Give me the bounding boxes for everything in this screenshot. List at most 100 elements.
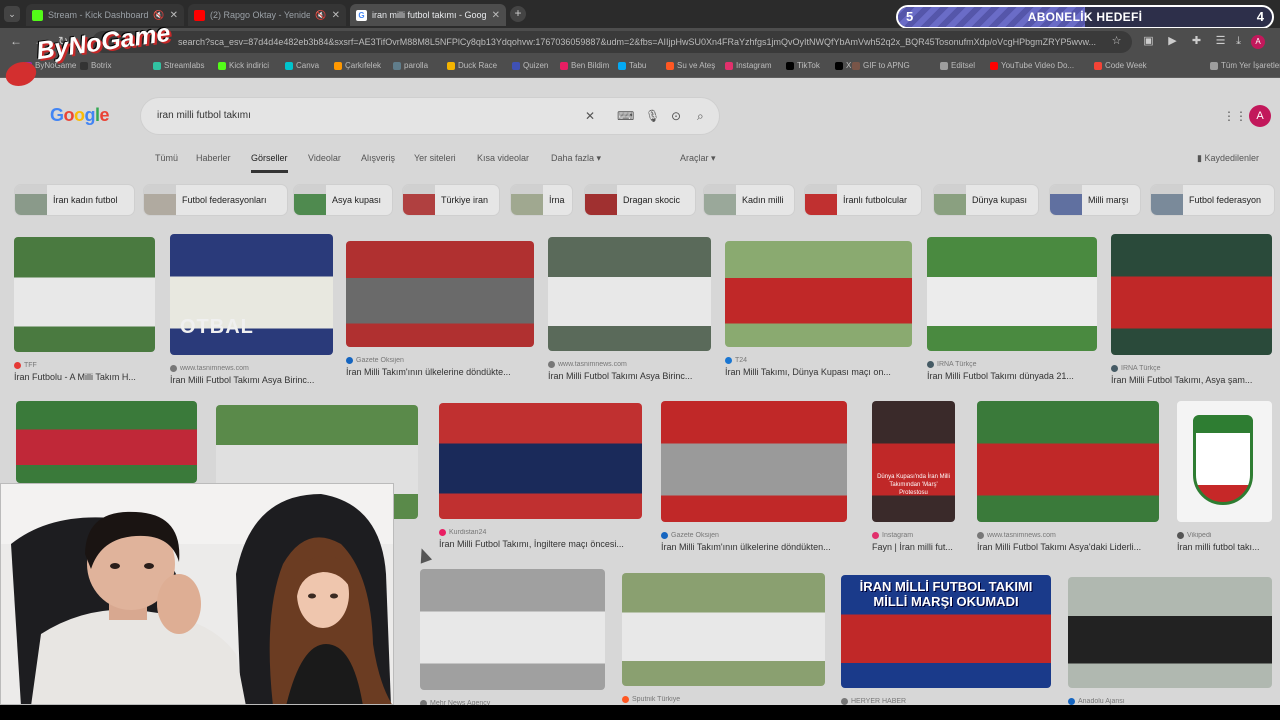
related-search-chip[interactable]: Türkiye iran — [402, 184, 500, 216]
bookmark-item[interactable]: TikTok — [786, 61, 820, 70]
apps-icon[interactable]: ⋮⋮ — [1223, 109, 1247, 123]
search-tab[interactable]: Alışveriş — [361, 153, 395, 163]
bookmark-item[interactable]: YouTube Video Do... — [990, 61, 1074, 70]
image-result[interactable]: T24 İran Milli Takımı, Dünya Kupası maçı … — [725, 241, 912, 377]
image-title[interactable]: İran Milli Futbol Takımı Asya Birinc... — [548, 371, 711, 381]
image-title[interactable]: İran milli futbol takı... — [1177, 542, 1272, 552]
related-search-chip[interactable]: Kadın milli — [703, 184, 795, 216]
image-result[interactable]: Vikipedi İran milli futbol takı... — [1177, 401, 1272, 552]
related-search-chip[interactable]: Futbol federasyon — [1150, 184, 1275, 216]
close-icon[interactable]: ✕ — [170, 10, 178, 21]
bookmark-item[interactable]: Çarkıfelek — [334, 61, 381, 70]
search-tab[interactable]: Videolar — [308, 153, 341, 163]
reading-list-icon[interactable]: ☰ — [1214, 35, 1227, 48]
bookmark-item[interactable]: parolla — [393, 61, 428, 70]
url-field[interactable]: search?sca_esv=87d4d4e482eb3b84&sxsrf=AE… — [92, 31, 1132, 53]
related-search-chip[interactable]: İran kadın futbol — [14, 184, 135, 216]
search-tab[interactable]: Tümü — [155, 153, 178, 163]
bookmark-item[interactable]: Canva — [285, 61, 319, 70]
image-result[interactable]: Dünya Kupası'nda İran Milli Takımından '… — [872, 401, 955, 552]
image-source[interactable]: IRNA Türkçe — [927, 361, 1097, 368]
image-thumbnail[interactable]: OTBAL — [170, 234, 333, 355]
bookmark-item[interactable]: Kick indirici — [218, 61, 269, 70]
search-input[interactable]: iran milli futbol takımı — [157, 110, 251, 121]
bookmark-item[interactable]: GIF to APNG — [852, 61, 910, 70]
mic-icon[interactable]: 🎙 — [645, 109, 660, 123]
image-title[interactable]: İran Milli Futbol Takımı dünyada 21... — [927, 371, 1097, 381]
image-source[interactable]: www.tasnimnews.com — [170, 365, 333, 372]
image-source[interactable]: Gazete Oksijen — [661, 532, 847, 539]
image-result[interactable]: Gazete Oksijen İran Milli Takım'ının ülke… — [346, 241, 534, 377]
image-thumbnail[interactable] — [16, 401, 197, 483]
media-icon[interactable]: ▶ — [1166, 35, 1179, 48]
image-source[interactable]: www.tasnimnews.com — [977, 532, 1159, 539]
image-source[interactable]: Anadolu Ajansı — [1068, 698, 1272, 705]
related-search-chip[interactable]: Dünya kupası — [933, 184, 1039, 216]
image-title[interactable]: İran Futbolu - A Milli Takım H... — [14, 372, 155, 382]
image-thumbnail[interactable]: İRAN MİLLİ FUTBOL TAKIMI MİLLİ MARŞI OKU… — [841, 575, 1051, 688]
image-source[interactable]: Kurdistan24 — [439, 529, 642, 536]
search-box[interactable]: iran milli futbol takımı ✕ ⌨ 🎙 ⊙ ⌕ — [140, 97, 720, 135]
bookmark-item[interactable]: Code Week — [1094, 61, 1147, 70]
clear-icon[interactable]: ✕ — [585, 109, 595, 123]
google-logo[interactable]: Google — [50, 105, 110, 126]
image-title[interactable]: İran Milli Takım'ının ülkelerine döndükt… — [661, 542, 847, 552]
bookmark-item[interactable]: Editsel — [940, 61, 975, 70]
star-icon[interactable]: ☆ — [1110, 35, 1123, 48]
image-thumbnail[interactable] — [977, 401, 1159, 522]
bookmark-item[interactable]: Ben Bildim — [560, 61, 609, 70]
image-source[interactable]: Vikipedi — [1177, 532, 1272, 539]
image-thumbnail[interactable] — [927, 237, 1097, 351]
image-thumbnail[interactable] — [420, 569, 605, 690]
image-result[interactable]: Kurdistan24 İran Milli Futbol Takımı, İng… — [439, 403, 642, 549]
image-result[interactable]: OTBAL www.tasnimnews.com İran Milli Futbol… — [170, 234, 333, 385]
tab-google-search[interactable]: G iran milli futbol takımı - Google ✕ — [350, 4, 506, 26]
image-source[interactable]: HERYER HABER — [841, 698, 1051, 705]
search-tab[interactable]: Kısa videolar — [477, 153, 529, 163]
image-source[interactable]: Sputnik Türkiye — [622, 696, 825, 703]
image-title[interactable]: İran Milli Futbol Takımı, Asya şam... — [1111, 375, 1272, 385]
image-result[interactable]: Mehr News Agency — [420, 569, 605, 707]
related-search-chip[interactable]: Milli marşı — [1049, 184, 1141, 216]
image-result[interactable] — [16, 401, 197, 483]
profile-avatar[interactable]: A — [1251, 35, 1265, 49]
keyboard-icon[interactable]: ⌨ — [617, 109, 634, 123]
image-thumbnail[interactable] — [548, 237, 711, 351]
new-tab-button[interactable]: + — [510, 6, 526, 22]
related-search-chip[interactable]: İranlı futbolcular — [804, 184, 922, 216]
image-title[interactable]: İran Milli Takımı, Dünya Kupası maçı on.… — [725, 367, 912, 377]
image-result[interactable]: Sputnik Türkiye — [622, 573, 825, 703]
related-search-chip[interactable]: Dragan skocic — [584, 184, 696, 216]
image-thumbnail[interactable] — [439, 403, 642, 519]
search-tab[interactable]: Yer siteleri — [414, 153, 456, 163]
tools-button[interactable]: Araçlar ▾ — [680, 153, 716, 164]
related-search-chip[interactable]: İrna — [510, 184, 573, 216]
saved-button[interactable]: ▮ Kaydedilenler — [1197, 153, 1259, 164]
account-avatar[interactable]: A — [1249, 105, 1271, 127]
image-thumbnail[interactable] — [346, 241, 534, 347]
image-thumbnail[interactable] — [1111, 234, 1272, 355]
search-tab[interactable]: Daha fazla ▾ — [551, 153, 601, 164]
bookmark-item[interactable]: Tabu — [618, 61, 646, 70]
image-result[interactable]: www.tasnimnews.com İran Milli Futbol Takı… — [977, 401, 1159, 552]
image-thumbnail[interactable] — [1068, 577, 1272, 688]
extension-icon[interactable]: ▣ — [1142, 35, 1155, 48]
image-result[interactable]: İRAN MİLLİ FUTBOL TAKIMI MİLLİ MARŞI OKU… — [841, 575, 1051, 705]
image-title[interactable]: İran Milli Futbol Takımı, İngiltere maçı… — [439, 539, 642, 549]
image-result[interactable]: TFF İran Futbolu - A Milli Takım H... — [14, 237, 155, 382]
image-result[interactable]: IRNA Türkçe İran Milli Futbol Takımı düny… — [927, 237, 1097, 381]
image-thumbnail[interactable]: Dünya Kupası'nda İran Milli Takımından '… — [872, 401, 955, 522]
image-title[interactable]: İran Milli Futbol Takımı Asya Birinc... — [170, 375, 333, 385]
image-title[interactable]: Fayn | İran milli fut... — [872, 542, 955, 552]
image-title[interactable]: İran Milli Takım'ının ülkelerine döndükt… — [346, 367, 534, 377]
image-thumbnail[interactable] — [725, 241, 912, 347]
bookmark-item[interactable]: X — [835, 61, 851, 70]
lens-icon[interactable]: ⊙ — [671, 109, 681, 123]
image-result[interactable]: www.tasnimnews.com İran Milli Futbol Takı… — [548, 237, 711, 381]
downloads-icon[interactable]: ⤓ — [1232, 35, 1245, 48]
search-icon[interactable]: ⌕ — [697, 109, 704, 124]
image-title[interactable]: İran Milli Futbol Takımı Asya'daki Lider… — [977, 542, 1159, 552]
search-tab[interactable]: Görseller — [251, 153, 288, 173]
image-source[interactable]: Gazete Oksijen — [346, 357, 534, 364]
image-result[interactable]: IRNA Türkçe İran Milli Futbol Takımı, Asy… — [1111, 234, 1272, 385]
